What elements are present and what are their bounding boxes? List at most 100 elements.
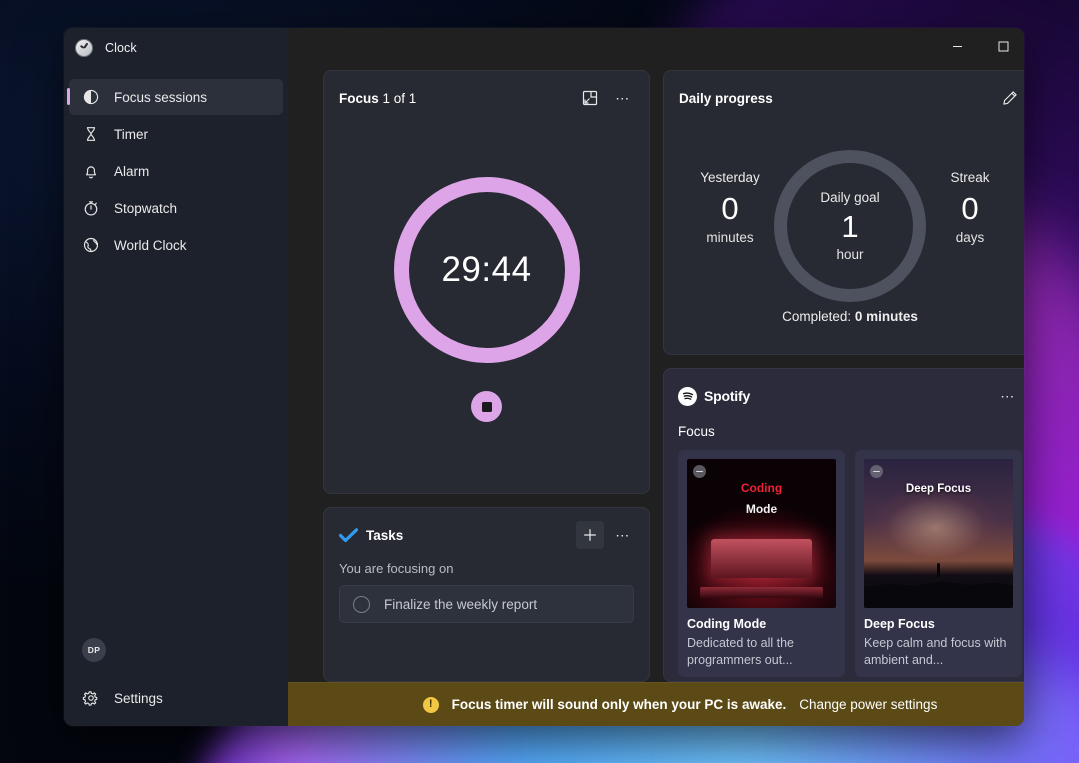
sidebar-item-label: Settings <box>114 691 163 706</box>
playlist-card[interactable]: Coding Mode Coding Mode Dedicated to all… <box>678 450 845 677</box>
sidebar-item-world-clock[interactable]: World Clock <box>69 227 283 263</box>
sidebar-item-alarm[interactable]: Alarm <box>69 153 283 189</box>
warning-icon: ! <box>423 697 439 713</box>
playlist-artwork: Coding Mode <box>687 459 836 608</box>
playlist-artwork: Deep Focus <box>864 459 1013 608</box>
focus-title-bold: Focus <box>339 91 379 106</box>
minimize-button[interactable] <box>934 28 980 64</box>
playlist-name: Deep Focus <box>864 617 1013 631</box>
focus-timer-ring: 29:44 <box>394 177 580 363</box>
app-titlebar: Clock <box>64 28 288 68</box>
stop-icon[interactable] <box>471 391 502 422</box>
daily-goal-unit: hour <box>836 247 863 262</box>
right-column: Daily progress Yesterd <box>663 70 1024 682</box>
artwork-laptop-shape <box>711 539 812 578</box>
task-checkbox-icon[interactable] <box>353 596 370 613</box>
yesterday-label: Yesterday <box>682 170 778 185</box>
artwork-figure-shape <box>937 563 940 576</box>
artwork-text-line1: Coding <box>687 481 836 495</box>
completed-value: 0 minutes <box>855 309 918 324</box>
spotify-actions: ⋯ <box>994 382 1022 410</box>
playlist-name: Coding Mode <box>687 617 836 631</box>
daily-progress-actions <box>996 84 1024 112</box>
sidebar-item-settings[interactable]: Settings <box>69 680 283 716</box>
daily-goal-ring: Daily goal 1 hour <box>774 150 926 302</box>
artwork-text-line1: Deep Focus <box>864 483 1013 495</box>
spotify-brand-label: Spotify <box>704 388 750 404</box>
list-item[interactable]: Finalize the weekly report <box>339 585 634 623</box>
daily-progress-card: Daily progress Yesterd <box>663 70 1024 355</box>
ellipsis-glyph: ⋯ <box>615 95 631 101</box>
focus-timer-area: 29:44 <box>324 112 649 493</box>
more-options-icon[interactable]: ⋯ <box>994 382 1022 410</box>
dashboard-grid: Focus 1 of 1 ⋯ <box>288 28 1024 682</box>
spotify-badge-icon <box>870 465 883 478</box>
sidebar-item-timer[interactable]: Timer <box>69 116 283 152</box>
sidebar-item-label: Timer <box>114 127 148 142</box>
app-title: Clock <box>105 41 137 55</box>
completed-prefix: Completed: <box>782 309 855 324</box>
tasks-card: Tasks ⋯ You are focusing on <box>323 507 650 682</box>
artwork-horizon-shape <box>864 575 1013 608</box>
sidebar-item-label: Alarm <box>114 164 149 179</box>
pencil-icon[interactable] <box>996 84 1024 112</box>
clock-app-window: Clock Focus sessions Timer <box>64 28 1024 726</box>
left-column: Focus 1 of 1 ⋯ <box>323 70 650 682</box>
stop-square <box>482 402 492 412</box>
daily-goal-value: 1 <box>841 211 858 242</box>
sidebar-item-label: Stopwatch <box>114 201 177 216</box>
focus-card-actions: ⋯ <box>576 84 637 112</box>
maximize-button[interactable] <box>980 28 1024 64</box>
playlist-card[interactable]: Deep Focus Deep Focus Keep calm and focu… <box>855 450 1022 677</box>
sidebar-footer: DP Settings <box>64 638 288 726</box>
bell-icon <box>82 162 100 180</box>
focus-card-header: Focus 1 of 1 ⋯ <box>324 71 649 112</box>
daily-goal-label: Daily goal <box>820 190 879 205</box>
streak-stat: Streak 0 days <box>922 150 1018 245</box>
spotify-header: Spotify ⋯ <box>664 369 1024 410</box>
playlist-description: Dedicated to all the programmers out... <box>687 635 836 668</box>
spotify-icon <box>678 387 697 406</box>
sidebar-item-stopwatch[interactable]: Stopwatch <box>69 190 283 226</box>
sidebar-item-label: World Clock <box>114 238 187 253</box>
plus-icon[interactable] <box>576 521 604 549</box>
daily-progress-header: Daily progress <box>664 71 1024 112</box>
yesterday-stat: Yesterday 0 minutes <box>682 150 778 245</box>
artwork-desk-shape <box>700 587 822 597</box>
focus-sessions-icon <box>82 88 100 106</box>
sidebar-item-label: Focus sessions <box>114 90 207 105</box>
change-power-settings-link[interactable]: Change power settings <box>799 697 937 712</box>
spotify-card: Spotify ⋯ Focus Cod <box>663 368 1024 682</box>
spotify-badge-icon <box>693 465 706 478</box>
daily-progress-body: Yesterday 0 minutes Daily goal 1 hour St… <box>664 112 1024 302</box>
sidebar-nav: Focus sessions Timer Alarm <box>64 79 288 263</box>
more-options-icon[interactable]: ⋯ <box>609 84 637 112</box>
hourglass-icon <box>82 125 100 143</box>
gear-icon <box>82 689 100 707</box>
daily-progress-title: Daily progress <box>679 91 773 106</box>
stopwatch-icon <box>82 199 100 217</box>
streak-unit: days <box>922 230 1018 245</box>
window-controls <box>934 28 1024 64</box>
tasks-subtitle: You are focusing on <box>324 549 649 585</box>
yesterday-unit: minutes <box>682 230 778 245</box>
avatar[interactable]: DP <box>82 638 106 662</box>
spotify-section-title: Focus <box>664 410 1024 439</box>
focus-title-count: 1 of 1 <box>379 91 417 106</box>
clock-icon <box>75 39 93 57</box>
focus-timer-value: 29:44 <box>441 250 531 290</box>
power-notification-bar: ! Focus timer will sound only when your … <box>288 682 1024 726</box>
main-content-area: Focus 1 of 1 ⋯ <box>288 28 1024 726</box>
compact-overlay-icon[interactable] <box>576 84 604 112</box>
navigation-sidebar: Clock Focus sessions Timer <box>64 28 288 726</box>
streak-value: 0 <box>922 193 1018 224</box>
more-options-icon[interactable]: ⋯ <box>609 521 637 549</box>
completed-summary: Completed: 0 minutes <box>664 309 1024 324</box>
sidebar-item-focus-sessions[interactable]: Focus sessions <box>69 79 283 115</box>
spotify-brand: Spotify <box>678 387 750 406</box>
artwork-text-line2: Mode <box>687 502 836 516</box>
ellipsis-glyph: ⋯ <box>615 532 631 538</box>
focus-card-title: Focus 1 of 1 <box>339 91 416 106</box>
playlist-description: Keep calm and focus with ambient and... <box>864 635 1013 668</box>
focus-session-card: Focus 1 of 1 ⋯ <box>323 70 650 494</box>
